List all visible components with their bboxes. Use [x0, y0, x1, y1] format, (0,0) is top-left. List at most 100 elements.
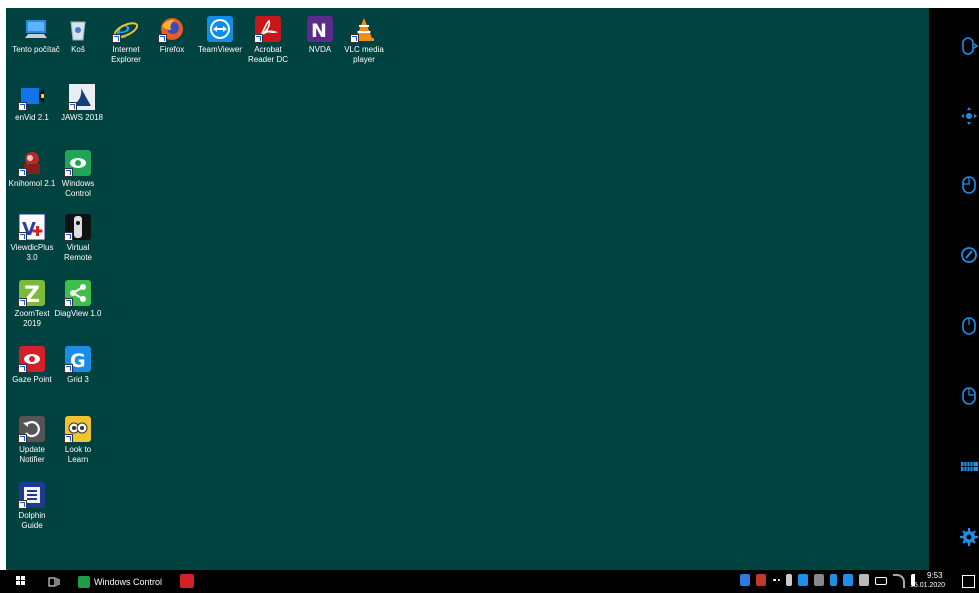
shortcut-arrow-icon: [112, 34, 121, 43]
desktop-icon-grid3[interactable]: G Grid 3: [54, 346, 102, 385]
taskbar-clock[interactable]: 9:53 15.01.2020: [910, 571, 945, 591]
bluetooth-icon[interactable]: [830, 574, 837, 586]
dolphin-guide-icon: [18, 482, 45, 509]
desktop-icon-viewdicplus[interactable]: V ViewdicPlus 3.0: [8, 214, 56, 263]
desktop-icon-teamviewer[interactable]: TeamViewer: [196, 16, 244, 55]
windows-control-icon: [64, 150, 91, 177]
zoomtext-icon: Z: [18, 280, 45, 307]
task-view-icon: [48, 577, 60, 587]
gaze-point-icon: [18, 346, 45, 373]
desktop-icon-windows-control[interactable]: Windows Control: [54, 150, 102, 199]
tray-app-icon[interactable]: [859, 574, 869, 586]
shortcut-arrow-icon: [64, 434, 73, 443]
internet-explorer-icon: e: [112, 16, 139, 43]
shortcut-arrow-icon: [18, 364, 27, 373]
settings-gear-icon: [960, 528, 978, 546]
desktop-icon-dolphin-guide[interactable]: Dolphin Guide: [8, 482, 56, 531]
taskbar-app-windows-control[interactable]: Windows Control: [78, 572, 162, 591]
tray-app-icon[interactable]: [814, 574, 824, 586]
shortcut-arrow-icon: [18, 298, 27, 307]
tray-app-icon[interactable]: [756, 574, 766, 586]
shortcut-arrow-icon: [64, 232, 73, 241]
desktop-icon-envid[interactable]: enVid 2.1: [8, 84, 56, 123]
desktop-icon-acrobat-reader[interactable]: Acrobat Reader DC: [244, 16, 292, 65]
mouse-right-click-button[interactable]: [959, 385, 979, 407]
diagview-icon: [64, 280, 91, 307]
tray-battery-icon[interactable]: [875, 577, 887, 585]
shortcut-arrow-icon: [254, 34, 263, 43]
look-to-learn-icon: [64, 416, 91, 443]
desktop-icon-this-pc[interactable]: Tento počítač: [12, 16, 60, 55]
clock-time: 9:53: [927, 571, 943, 580]
mouse-left-click-button[interactable]: [959, 174, 979, 196]
desktop-icon-diagview[interactable]: DiagView 1.0: [54, 280, 102, 319]
windows-control-icon: [78, 575, 90, 588]
desktop-icon-knihomol[interactable]: Knihomol 2.1: [8, 150, 56, 189]
desktop-icon-internet-explorer[interactable]: e Internet Explorer: [102, 16, 150, 65]
desktop-icon-jaws[interactable]: JAWS 2018: [58, 84, 106, 123]
mouse-double-click-icon: [962, 317, 976, 335]
shortcut-arrow-icon: [68, 102, 77, 111]
tray-app-icon[interactable]: [843, 574, 853, 586]
nvda-icon: N: [307, 16, 333, 42]
taskbar-app-gaze-point[interactable]: [180, 574, 194, 588]
drag-button[interactable]: [959, 244, 979, 266]
mouse-scroll-button[interactable]: [959, 35, 979, 57]
viewdicplus-icon: V: [18, 214, 45, 241]
clock-date: 15.01.2020: [910, 582, 946, 589]
firefox-icon: [158, 16, 185, 43]
vlc-icon: [350, 16, 377, 43]
shortcut-arrow-icon: [158, 34, 167, 43]
mouse-right-click-icon: [962, 387, 976, 405]
start-button[interactable]: [16, 576, 26, 586]
shortcut-arrow-icon: [18, 102, 27, 111]
shortcut-arrow-icon: [64, 364, 73, 373]
mouse-scroll-icon: [962, 37, 978, 55]
network-icon[interactable]: [893, 574, 905, 588]
shortcut-arrow-icon: [18, 168, 27, 177]
knihomol-icon: [18, 150, 45, 177]
envid-icon: [18, 84, 45, 111]
desktop-icon-gaze-point[interactable]: Gaze Point: [8, 346, 56, 385]
mouse-double-click-button[interactable]: [959, 315, 979, 337]
taskbar-app-label: Windows Control: [94, 576, 163, 587]
desktop-icon-zoomtext[interactable]: Z ZoomText 2019: [8, 280, 56, 329]
mouse-control-panel: [929, 8, 979, 570]
settings-button[interactable]: [959, 526, 979, 548]
action-center-icon[interactable]: [962, 575, 975, 588]
desktop: Tento počítač Koš e Internet Explorer Fi…: [6, 8, 929, 570]
shortcut-arrow-icon: [18, 434, 27, 443]
desktop-icon-virtual-remote[interactable]: Virtual Remote: [54, 214, 102, 263]
shortcut-arrow-icon: [64, 168, 73, 177]
desktop-icon-look-to-learn[interactable]: Look to Learn: [54, 416, 102, 465]
shortcut-arrow-icon: [18, 232, 27, 241]
desktop-icon-recycle-bin[interactable]: Koš: [54, 16, 102, 55]
tray-overflow-icon[interactable]: [772, 579, 780, 584]
shortcut-arrow-icon: [18, 500, 27, 509]
keyboard-icon: [961, 462, 978, 471]
mouse-left-click-icon: [962, 176, 976, 194]
tray-app-icon[interactable]: [798, 574, 808, 586]
tray-remote-icon[interactable]: [786, 574, 792, 586]
tray-app-icon[interactable]: [740, 574, 750, 586]
this-pc-icon: [23, 16, 49, 42]
desktop-icon-nvda[interactable]: N NVDA: [296, 16, 344, 55]
keyboard-button[interactable]: [959, 455, 979, 477]
teamviewer-icon: [207, 16, 233, 42]
desktop-icon-vlc[interactable]: VLC media player: [340, 16, 388, 65]
drag-icon: [961, 247, 977, 263]
task-view-button[interactable]: [48, 575, 60, 587]
desktop-icon-firefox[interactable]: Firefox: [148, 16, 196, 55]
shortcut-arrow-icon: [350, 34, 359, 43]
virtual-remote-icon: [64, 214, 91, 241]
move-icon: [961, 107, 977, 125]
taskbar: Windows Control 9:53 15.01.2020: [0, 570, 979, 593]
update-notifier-icon: [18, 416, 45, 443]
grid3-icon: G: [64, 346, 91, 373]
recycle-bin-icon: [65, 16, 91, 42]
jaws-icon: [68, 84, 95, 111]
desktop-icon-update-notifier[interactable]: Update Notifier: [8, 416, 56, 465]
move-button[interactable]: [959, 105, 979, 127]
svg-text:N: N: [311, 20, 327, 42]
shortcut-arrow-icon: [64, 298, 73, 307]
